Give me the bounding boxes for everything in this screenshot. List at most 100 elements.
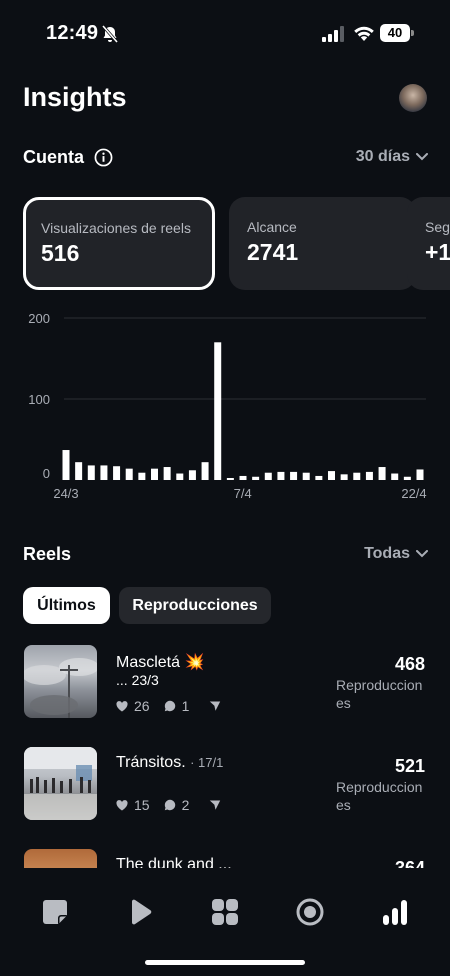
page-title: Insights xyxy=(23,82,127,112)
metric-card-label: Seg xyxy=(425,219,450,235)
x-tick-label: 22/4 xyxy=(401,486,426,501)
battery-level: 40 xyxy=(380,24,410,42)
metric-card-label: Visualizaciones de reels xyxy=(41,220,191,236)
chart-bar xyxy=(62,450,70,480)
reel-thumbnail xyxy=(24,849,97,868)
chart-bar xyxy=(416,469,424,480)
reel-stats: 15 2 xyxy=(116,797,221,813)
metric-card-value: +1 xyxy=(425,239,450,265)
chart-bar xyxy=(176,473,184,480)
period-selector[interactable]: 30 días xyxy=(356,148,428,166)
chart-bar xyxy=(290,471,298,480)
period-label: 30 días xyxy=(355,148,410,165)
metric-card-value: 516 xyxy=(41,240,80,266)
reel-thumbnail xyxy=(24,645,97,718)
nav-grid[interactable] xyxy=(205,892,245,932)
reel-row[interactable]: Tránsitos. · 17/1 15 2 521 Reproduccione… xyxy=(0,742,450,822)
chart-bar xyxy=(403,476,411,480)
chart-bar xyxy=(188,470,196,480)
chart-bar xyxy=(277,471,285,480)
reels-filter[interactable]: Todas xyxy=(364,545,428,563)
x-tick-label: 24/3 xyxy=(53,486,78,501)
chart-bar xyxy=(113,466,121,480)
posts-icon xyxy=(43,900,67,924)
muted-bell-icon xyxy=(101,25,119,43)
nav-insights[interactable] xyxy=(375,892,415,932)
y-tick-label: 200 xyxy=(28,311,50,326)
thumbnail-image xyxy=(24,747,97,820)
reel-subtitle: ... 23/3 xyxy=(116,672,159,688)
chart-bar xyxy=(151,468,158,480)
reel-title: Tránsitos. xyxy=(116,754,186,771)
reels-heading: Reels xyxy=(23,544,72,564)
share-icon xyxy=(210,800,221,810)
reel-row[interactable]: The dunk and ... 364 xyxy=(0,844,450,868)
chart-bar xyxy=(100,465,108,480)
reel-play-count: 364 xyxy=(394,858,425,868)
reel-play-unit: Reproducciones xyxy=(336,677,423,711)
info-icon[interactable] xyxy=(94,148,113,167)
y-tick-label: 0 xyxy=(43,466,50,481)
cuenta-heading: Cuenta xyxy=(23,147,85,167)
nav-posts[interactable] xyxy=(35,892,75,932)
chart-bar xyxy=(201,462,209,480)
comment-icon xyxy=(164,700,175,712)
metric-card-followers[interactable]: Seg +1 xyxy=(407,197,450,290)
grid-icon xyxy=(212,899,238,925)
thumbnail-image xyxy=(24,658,97,718)
status-bar: 12:49 40 xyxy=(0,0,450,62)
tab-latest[interactable]: Últimos xyxy=(23,587,110,624)
chart-bar xyxy=(365,471,373,480)
chart-bar xyxy=(353,472,361,480)
chart-bar xyxy=(239,475,247,480)
reel-comments: 2 xyxy=(181,797,190,813)
avatar[interactable] xyxy=(399,84,427,112)
reels-filter-label: Todas xyxy=(364,545,410,562)
chart-bar xyxy=(328,471,335,480)
reel-date: · 17/1 xyxy=(190,755,224,770)
chart-bar xyxy=(340,474,348,480)
reel-title: Mascletá 💥 xyxy=(116,654,205,671)
chart-bar xyxy=(125,468,133,480)
reel-ellipsis: ... xyxy=(116,672,128,688)
battery-indicator: 40 xyxy=(380,24,414,42)
chart-bar xyxy=(264,472,272,480)
wifi-icon xyxy=(354,26,374,41)
reel-likes: 15 xyxy=(134,797,150,813)
heart-icon xyxy=(116,700,128,711)
metric-card-reach[interactable]: Alcance 2741 xyxy=(229,197,416,290)
chart-bar xyxy=(214,342,222,480)
reel-thumbnail xyxy=(24,747,97,820)
x-tick-label: 7/4 xyxy=(234,486,252,501)
chart-bar xyxy=(391,473,399,480)
reel-views-chart: 0 100 200 24/3 7/4 22/4 xyxy=(28,311,426,501)
reels-list: Mascletá 💥 ... 23/3 26 1 468 Reproduccio… xyxy=(0,640,450,868)
chevron-down-icon xyxy=(416,153,428,161)
reel-play-unit: Reproducciones xyxy=(336,779,423,813)
metric-cards: Visualizaciones de reels 516 Alcance 274… xyxy=(23,197,450,292)
heart-icon xyxy=(116,799,128,810)
metric-card-label: Alcance xyxy=(247,219,297,235)
tab-plays[interactable]: Reproducciones xyxy=(119,587,271,624)
reel-title-line: Tránsitos. · 17/1 xyxy=(116,754,223,772)
chart-bar xyxy=(87,465,95,480)
share-icon xyxy=(210,701,221,711)
reels-icon xyxy=(132,899,152,925)
reel-play-count: 521 xyxy=(394,756,425,776)
nav-reels[interactable] xyxy=(120,892,160,932)
reel-date: 23/3 xyxy=(131,672,159,688)
metric-card-reel-views[interactable]: Visualizaciones de reels 516 xyxy=(23,197,215,290)
reel-comments: 1 xyxy=(181,698,190,714)
chart-bar xyxy=(378,467,386,480)
chart-bar xyxy=(302,472,310,480)
comment-icon xyxy=(164,799,175,811)
chart-bar xyxy=(138,472,146,480)
battery-tip xyxy=(411,30,414,36)
chart-bar xyxy=(163,467,171,480)
reel-row[interactable]: Mascletá 💥 ... 23/3 26 1 468 Reproduccio… xyxy=(0,640,450,720)
chart-bar xyxy=(75,462,83,480)
stories-icon xyxy=(296,898,324,926)
insights-icon xyxy=(383,900,407,925)
nav-stories[interactable] xyxy=(290,892,330,932)
chart-bar xyxy=(252,476,260,480)
